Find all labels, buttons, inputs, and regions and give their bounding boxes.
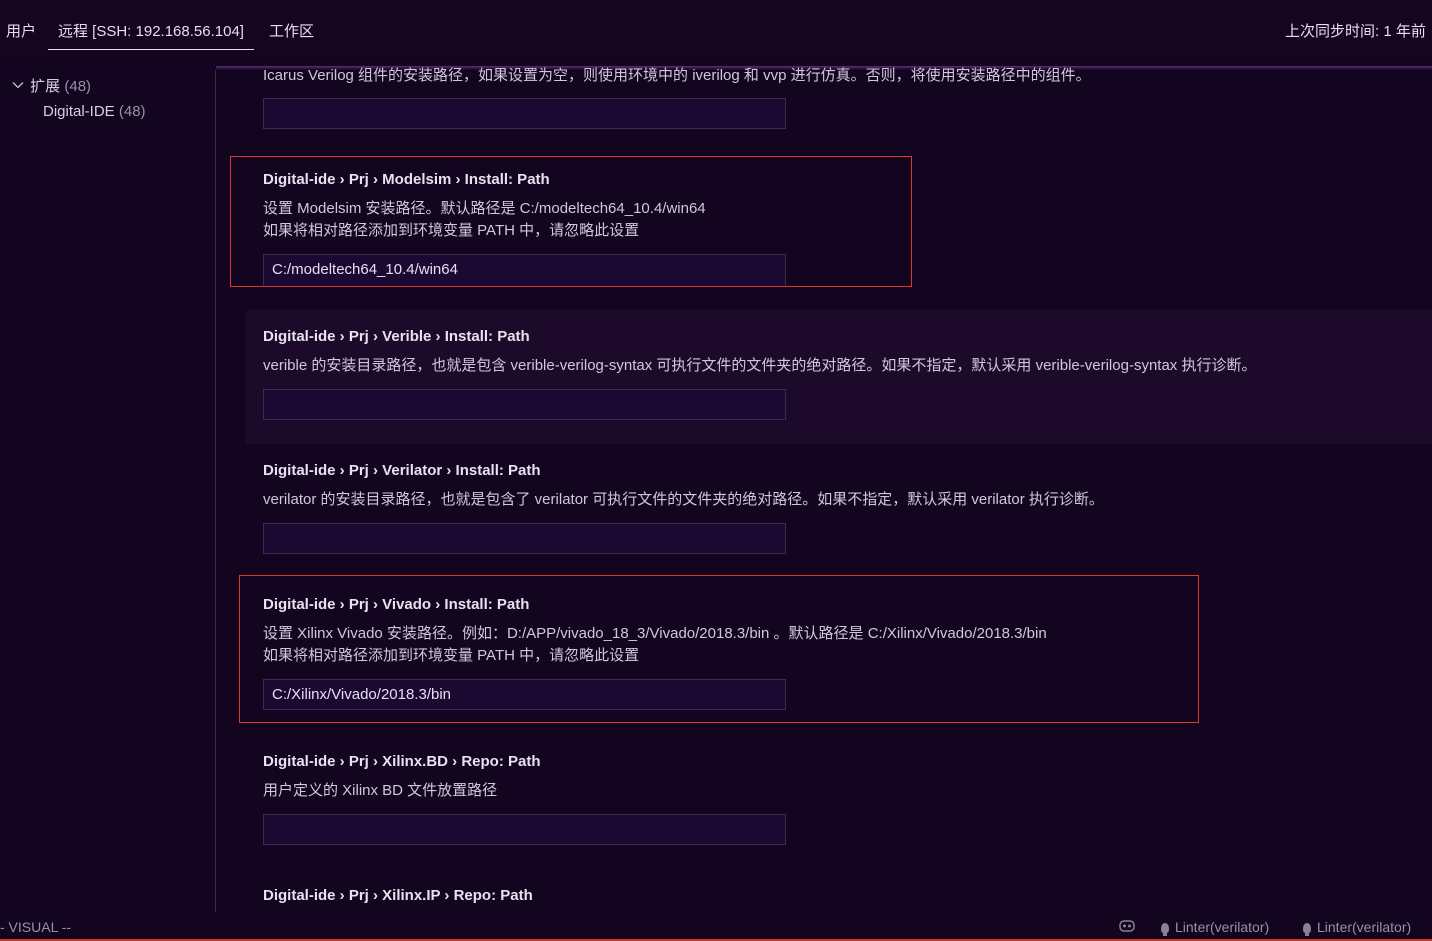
setting-description: verilator 的安装目录路径，也就是包含了 verilator 可执行文件…	[263, 491, 1104, 508]
linter-status-1[interactable]: Linter(verilator)	[1161, 919, 1270, 936]
toc-group-count: (48)	[64, 78, 92, 95]
tab-remote[interactable]: 远程 [SSH: 192.168.56.104]	[48, 20, 254, 50]
settings-scope-tabbar: 用户 远程 [SSH: 192.168.56.104] 工作区 上次同步时间: …	[0, 0, 1432, 60]
chevron-down-icon	[12, 79, 26, 94]
setting-title: Digital-ide › Prj › Xilinx.IP › Repo: Pa…	[263, 887, 533, 904]
setting-input-verilator[interactable]	[263, 523, 786, 554]
setting-title: Digital-ide › Prj › Xilinx.BD › Repo: Pa…	[263, 753, 541, 770]
setting-input-verible[interactable]	[263, 389, 786, 420]
tab-workspace[interactable]: 工作区	[269, 20, 314, 41]
setting-description: Icarus Verilog 组件的安装路径，如果设置为空，则使用环境中的 iv…	[263, 67, 1091, 84]
linter-label: Linter(verilator)	[1175, 919, 1270, 935]
copilot-icon[interactable]	[1118, 919, 1136, 933]
setting-title: Digital-ide › Prj › Modelsim › Install: …	[263, 171, 550, 188]
setting-title: Digital-ide › Prj › Vivado › Install: Pa…	[263, 596, 530, 613]
setting-title: Digital-ide › Prj › Verible › Install: P…	[263, 328, 530, 345]
toc-item-count: (48)	[118, 103, 146, 120]
setting-title: Digital-ide › Prj › Verilator › Install:…	[263, 462, 541, 479]
toc-item-digital-ide[interactable]: Digital-IDE (48)	[43, 103, 146, 120]
last-sync-label: 上次同步时间: 1 年前	[1285, 23, 1426, 40]
toc-group-extensions[interactable]: 扩展 (48)	[12, 75, 91, 96]
toc-group-label: 扩展	[30, 78, 61, 95]
setting-input-iverilog[interactable]	[263, 98, 786, 129]
settings-toc-sidebar: 扩展 (48) Digital-IDE (48)	[0, 70, 216, 912]
linter-label: Linter(verilator)	[1317, 919, 1412, 935]
vim-mode-indicator: - VISUAL --	[0, 919, 72, 935]
setting-description: 用户定义的 Xilinx BD 文件放置路径	[263, 782, 498, 799]
setting-description: verible 的安装目录路径，也就是包含 verible-verilog-sy…	[263, 357, 1257, 374]
setting-description-line1: 设置 Xilinx Vivado 安装路径。例如：D:/APP/vivado_1…	[263, 625, 1047, 642]
setting-input-modelsim[interactable]: C:/modeltech64_10.4/win64	[263, 254, 786, 286]
setting-description-line2: 如果将相对路径添加到环境变量 PATH 中，请忽略此设置	[263, 647, 640, 664]
setting-description-line2: 如果将相对路径添加到环境变量 PATH 中，请忽略此设置	[263, 222, 640, 239]
setting-description-line1: 设置 Modelsim 安装路径。默认路径是 C:/modeltech64_10…	[263, 200, 706, 217]
status-bar: - VISUAL -- Linter(verilator) Linter(ver…	[0, 912, 1432, 941]
lightbulb-icon	[1303, 923, 1311, 936]
setting-input-vivado[interactable]: C:/Xilinx/Vivado/2018.3/bin	[263, 679, 786, 710]
linter-status-2[interactable]: Linter(verilator)	[1303, 919, 1412, 936]
toc-item-label: Digital-IDE	[43, 103, 115, 120]
lightbulb-icon	[1161, 923, 1169, 936]
setting-input-xilinx-bd[interactable]	[263, 814, 786, 845]
tab-user[interactable]: 用户	[6, 20, 36, 41]
